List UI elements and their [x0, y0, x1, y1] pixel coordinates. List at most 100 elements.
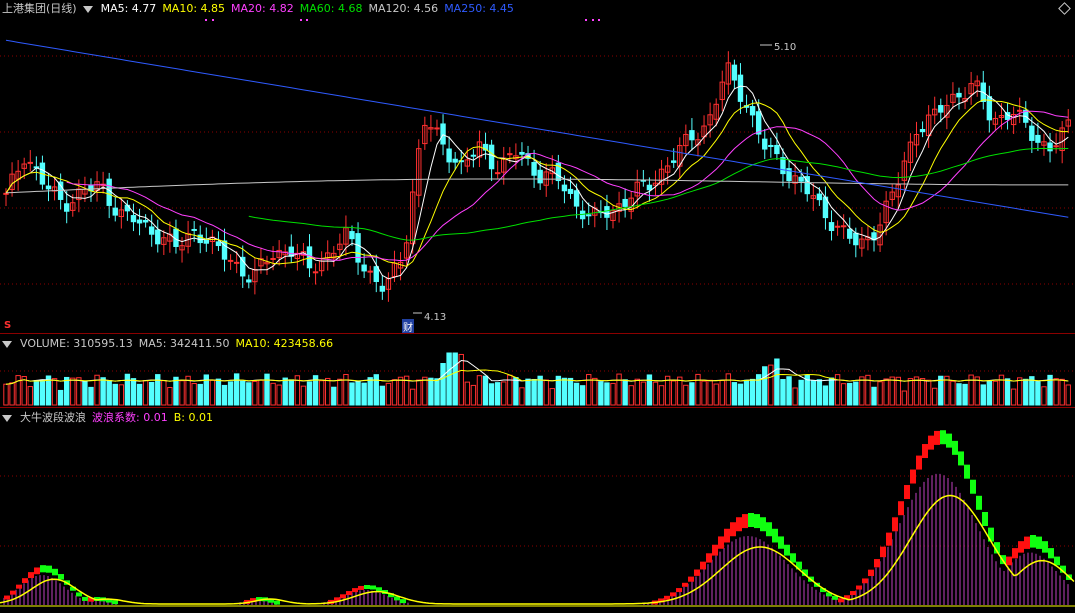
volume-panel[interactable]: VOLUME: 310595.13 MA5: 342411.50 MA10: 423… — [0, 335, 1075, 407]
candle-body — [531, 162, 537, 176]
candle-body — [142, 219, 149, 223]
candle-body — [440, 123, 446, 145]
volume-bar — [919, 378, 926, 406]
candle-body — [938, 105, 944, 113]
candle-body — [367, 270, 373, 273]
candle-body — [494, 172, 501, 175]
s-marker[interactable]: S — [4, 320, 11, 331]
wave-block — [1012, 548, 1018, 559]
volume-bar — [695, 373, 701, 406]
wave-block — [358, 585, 364, 590]
volume-bar — [604, 382, 610, 406]
wave-block — [784, 544, 790, 556]
volume-bar — [27, 386, 33, 406]
volume-bar — [573, 382, 580, 406]
volume-bar — [616, 373, 622, 406]
wave-block — [904, 485, 910, 500]
candle-body — [755, 111, 762, 135]
candle-body — [567, 188, 574, 194]
wave-block — [964, 464, 970, 479]
dropdown-arrow-icon[interactable] — [2, 340, 12, 348]
volume-bar — [956, 383, 962, 406]
volume-bar — [246, 382, 252, 406]
candle-body — [749, 106, 756, 116]
volume-bar — [470, 384, 477, 406]
marker-dot — [300, 19, 302, 21]
volume-bar — [440, 363, 446, 406]
candle-body — [780, 157, 786, 175]
volume-bar — [57, 389, 64, 406]
volume-bar — [100, 377, 106, 406]
wave-block — [40, 565, 46, 573]
wave-block — [952, 440, 958, 455]
volume-bar — [543, 379, 549, 406]
marker-dot — [598, 19, 600, 21]
volume-bar — [349, 382, 355, 406]
volume-bar — [118, 384, 125, 406]
volume-bar — [907, 378, 914, 406]
volume-bar — [579, 385, 586, 406]
volume-bar — [70, 377, 76, 406]
wave-block — [1048, 548, 1054, 559]
wave-block — [760, 517, 766, 532]
volume-bar — [798, 379, 804, 406]
candle-body — [573, 190, 580, 207]
price-panel[interactable]: 上港集团(日线) MA5: 4.77 MA10: 4.85 MA20: 4.82 MA… — [0, 0, 1075, 334]
volume-bar — [379, 385, 386, 406]
volume-bar — [106, 380, 112, 406]
wave-block — [970, 479, 976, 494]
candle-body — [646, 184, 653, 191]
candle-body — [586, 214, 592, 217]
dropdown-arrow-icon[interactable] — [82, 5, 93, 13]
stock-title[interactable]: 上港集团(日线) — [2, 2, 77, 16]
volume-bar — [258, 379, 264, 406]
wave-block — [868, 569, 874, 577]
wave-block — [1030, 535, 1036, 548]
volume-bar — [51, 378, 58, 406]
volume-legend-item-1: MA5: 342411.50 — [138, 337, 230, 350]
volume-bar — [76, 377, 82, 406]
indicator-panel[interactable]: 大牛波段波浪 波浪系数: 0.01 B: 0.01 — [0, 409, 1075, 613]
volume-bar — [646, 374, 653, 406]
volume-bar — [932, 387, 938, 406]
wave-block — [736, 517, 742, 532]
volume-bar — [373, 374, 379, 406]
candle-body — [847, 228, 853, 239]
candle-body — [762, 138, 768, 150]
volume-bar — [847, 382, 853, 406]
volume-bar — [992, 380, 999, 406]
wave-block — [4, 595, 10, 600]
volume-bar — [962, 383, 968, 406]
wave-block — [682, 582, 688, 587]
volume-bar — [355, 381, 361, 406]
price-chart[interactable] — [0, 0, 1075, 333]
financial-report-marker[interactable]: 财 — [402, 319, 414, 334]
wave-block — [700, 561, 706, 570]
volume-bar — [1016, 377, 1023, 406]
wave-block — [718, 536, 724, 549]
volume-bar — [112, 383, 118, 406]
wave-block — [112, 600, 118, 605]
dropdown-arrow-icon[interactable] — [2, 414, 12, 422]
volume-bar — [871, 386, 877, 406]
wave-block — [730, 522, 736, 537]
wave-block — [850, 591, 856, 596]
wave-block — [886, 532, 892, 546]
volume-bar — [3, 383, 9, 406]
wave-block — [958, 451, 964, 466]
indicator-chart[interactable] — [0, 409, 1075, 613]
candle-body — [288, 246, 294, 257]
marker-dot — [212, 19, 214, 21]
candle-body — [519, 151, 525, 155]
volume-bar — [622, 379, 628, 406]
volume-bar — [822, 385, 829, 406]
candle-body — [379, 285, 386, 292]
volume-bar — [737, 383, 744, 406]
wave-block — [1036, 536, 1042, 549]
volume-bar — [130, 378, 137, 406]
volume-bar — [592, 377, 598, 406]
candle-body — [470, 154, 477, 157]
candle-body — [919, 129, 926, 133]
volume-bar — [203, 374, 210, 406]
candle-body — [270, 257, 276, 260]
